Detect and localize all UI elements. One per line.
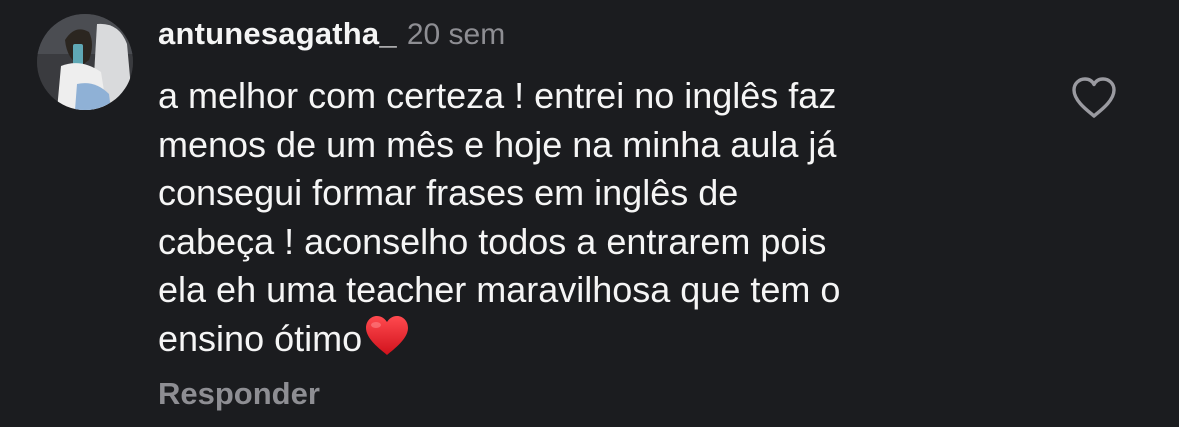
comment-line: consegui formar frases em inglês de (158, 172, 739, 213)
username[interactable]: antunesagatha_ (158, 16, 397, 52)
avatar-photo (37, 14, 133, 110)
comment-header: antunesagatha_ 20 sem (158, 16, 505, 60)
heart-outline-icon (1072, 77, 1116, 118)
red-heart-emoji-icon (364, 315, 410, 370)
reply-button[interactable]: Responder (158, 376, 320, 412)
like-button[interactable] (1070, 76, 1118, 120)
comment-line: a melhor com certeza ! entrei no inglês … (158, 75, 837, 116)
comment-line: cabeça ! aconselho todos a entrarem pois (158, 220, 827, 262)
timestamp: 20 sem (406, 18, 506, 51)
comment-line: menos de um mês e hoje na minha aula já (158, 123, 837, 165)
comment-line-last: ensino ótimo (158, 315, 1038, 370)
comment-text: a melhor com certeza ! entrei no inglês … (158, 72, 1038, 369)
avatar[interactable] (37, 14, 133, 110)
comment-line: ensino ótimo (158, 317, 363, 359)
comment-line: ela eh uma teacher maravilhosa que tem o (158, 269, 841, 310)
